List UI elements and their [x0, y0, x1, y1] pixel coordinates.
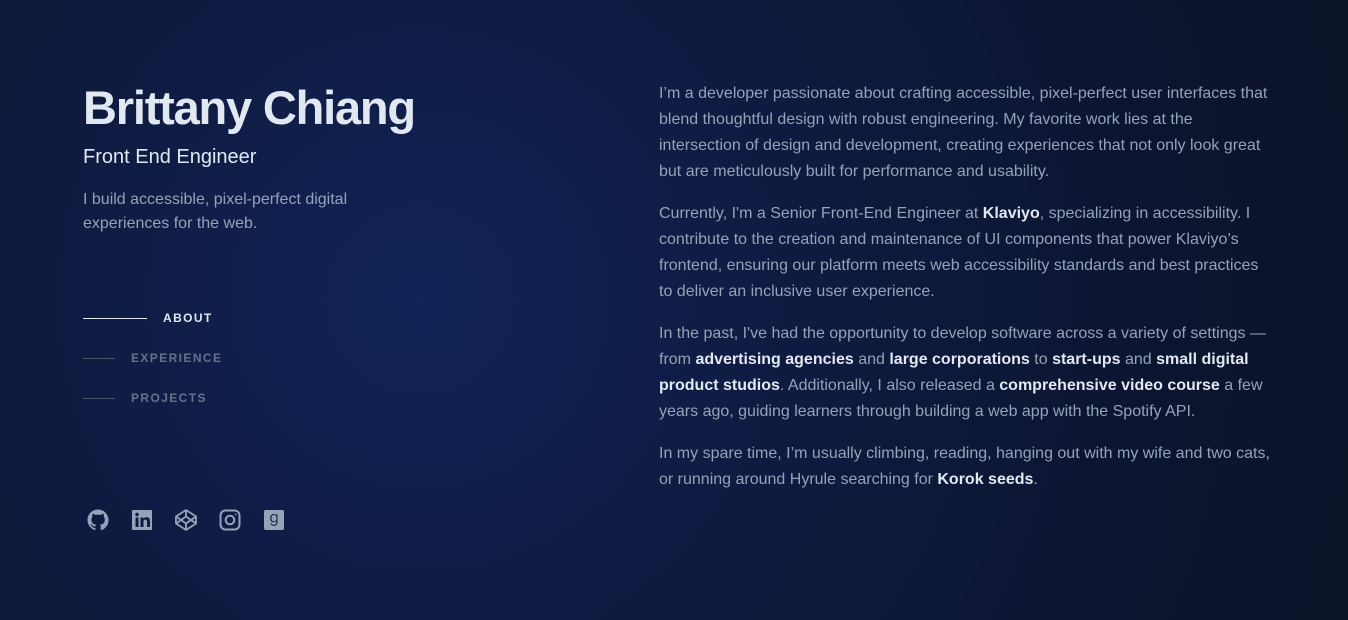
header: Brittany Chiang Front End Engineer I bui…	[83, 82, 523, 236]
nav-item-experience[interactable]: Experience	[83, 348, 222, 368]
about-paragraph-1: I’m a developer passionate about craftin…	[659, 85, 1268, 180]
nav-indicator	[83, 317, 147, 319]
job-title: Front End Engineer	[83, 146, 257, 168]
about-section: I’m a developer passionate about craftin…	[659, 81, 1274, 509]
video-course-link[interactable]: comprehensive video course	[999, 377, 1220, 394]
instagram-link[interactable]	[218, 508, 242, 532]
start-ups-link[interactable]: start-ups	[1052, 351, 1120, 368]
github-icon	[87, 509, 109, 531]
large-corporations-link[interactable]: large corporations	[889, 351, 1029, 368]
codepen-icon	[175, 509, 197, 531]
text: Currently, I'm a Senior Front-End Engine…	[659, 205, 983, 222]
nav-label: Experience	[131, 351, 223, 365]
about-paragraph-3: In the past, I've had the opportunity to…	[659, 321, 1274, 425]
about-paragraph-2: Currently, I'm a Senior Front-End Engine…	[659, 201, 1274, 305]
klaviyo-link[interactable]: Klaviyo	[983, 205, 1040, 222]
text: . Additionally, I also released a	[779, 377, 1000, 394]
section-nav: About Experience Projects	[83, 308, 222, 428]
text: and	[1120, 351, 1157, 368]
nav-indicator	[83, 357, 115, 359]
text: .	[1033, 471, 1038, 488]
korok-seeds-link[interactable]: Korok seeds	[937, 471, 1033, 488]
social-links	[86, 508, 286, 532]
codepen-link[interactable]	[174, 508, 198, 532]
nav-item-about[interactable]: About	[83, 308, 222, 328]
nav-indicator	[83, 397, 115, 399]
instagram-icon	[219, 509, 241, 531]
linkedin-icon	[132, 510, 152, 530]
nav-label: Projects	[131, 391, 207, 405]
advertising-agencies-link[interactable]: advertising agencies	[695, 351, 853, 368]
text: to	[1029, 351, 1053, 368]
nav-item-projects[interactable]: Projects	[83, 388, 222, 408]
page-title[interactable]: Brittany Chiang	[83, 82, 523, 134]
nav-label: About	[163, 311, 213, 325]
about-paragraph-4: In my spare time, I’m usually climbing, …	[659, 441, 1274, 493]
text: and	[853, 351, 890, 368]
goodreads-link[interactable]	[262, 508, 286, 532]
goodreads-icon	[264, 510, 284, 530]
github-link[interactable]	[86, 508, 110, 532]
tagline: I build accessible, pixel-perfect digita…	[83, 191, 348, 232]
linkedin-link[interactable]	[130, 508, 154, 532]
